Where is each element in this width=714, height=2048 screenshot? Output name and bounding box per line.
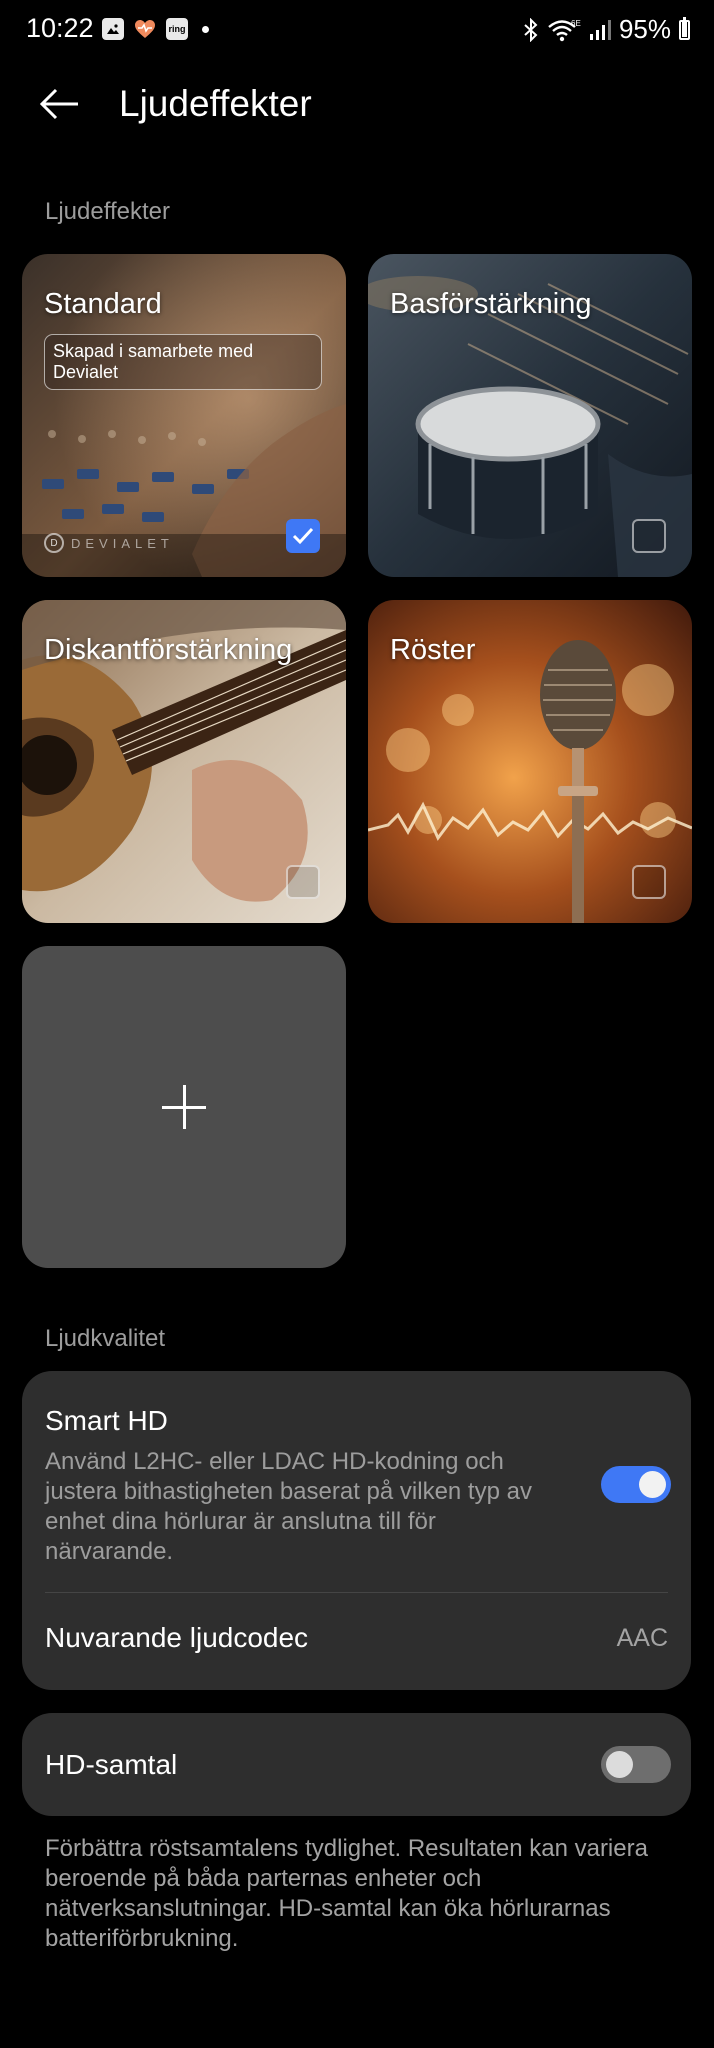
smart-hd-description: Använd L2HC- eller LDAC HD-kodning och j… xyxy=(45,1448,532,1565)
devialet-logo-icon: D xyxy=(44,533,64,553)
hd-call-panel[interactable]: HD-samtal xyxy=(22,1713,691,1816)
checkmark-icon xyxy=(292,527,314,545)
devialet-logo-text: DEVIALET xyxy=(71,535,174,551)
smart-hd-row[interactable]: Smart HD Använd L2HC- eller LDAC HD-kodn… xyxy=(22,1371,691,1591)
svg-text:6E: 6E xyxy=(571,19,581,28)
gallery-icon xyxy=(102,18,124,40)
system-icons: 6E 95% xyxy=(523,14,690,45)
card-title: Diskantförstärkning xyxy=(44,634,293,666)
card-title: Standard xyxy=(44,288,162,320)
back-button[interactable] xyxy=(38,82,92,126)
effect-checkbox[interactable] xyxy=(632,519,666,553)
hd-call-toggle[interactable] xyxy=(601,1746,671,1783)
devialet-logo: D DEVIALET xyxy=(44,533,174,553)
header: Ljudeffekter xyxy=(0,72,714,136)
ring-app-label: ring xyxy=(168,23,186,34)
ring-app-icon: ring xyxy=(166,18,188,40)
signal-icon xyxy=(589,19,611,40)
page-title: Ljudeffekter xyxy=(119,83,312,124)
card-title: Röster xyxy=(390,634,476,666)
effect-checkbox[interactable] xyxy=(286,865,320,899)
effect-card-voices[interactable]: Röster xyxy=(368,600,692,923)
current-codec-title: Nuvarande ljudcodec xyxy=(45,1622,309,1653)
section-label-quality: Ljudkvalitet xyxy=(45,1325,166,1352)
effect-card-treble-boost[interactable]: Diskantförstärkning xyxy=(22,600,346,923)
section-label-effects: Ljudeffekter xyxy=(45,198,170,225)
card-title: Basförstärkning xyxy=(390,288,592,320)
current-codec-row[interactable]: Nuvarande ljudcodec AAC xyxy=(22,1593,691,1690)
bluetooth-icon xyxy=(524,17,538,42)
add-custom-effect-button[interactable] xyxy=(22,946,346,1268)
effect-checkbox[interactable] xyxy=(286,519,320,553)
smart-hd-title: Smart HD xyxy=(45,1405,168,1436)
effect-checkbox[interactable] xyxy=(632,865,666,899)
more-notifications-dot-icon xyxy=(202,25,209,33)
current-codec-value: AAC xyxy=(616,1624,668,1652)
hd-call-description: Förbättra röstsamtalens tydlighet. Resul… xyxy=(45,1835,648,1952)
smart-hd-toggle[interactable] xyxy=(601,1466,671,1503)
status-time: 10:22 xyxy=(26,13,94,43)
toggle-knob xyxy=(639,1471,666,1498)
devialet-collaboration-badge: Skapad i samarbete med Devialet xyxy=(44,334,322,390)
notification-icons: ring xyxy=(102,18,209,40)
wifi-6e-icon: 6E xyxy=(548,19,581,41)
effect-card-bass-boost[interactable]: Basförstärkning xyxy=(368,254,692,577)
status-bar: 10:22 ring 6E 95% xyxy=(0,0,714,60)
arrow-left-icon xyxy=(39,88,78,120)
sound-quality-panel: Smart HD Använd L2HC- eller LDAC HD-kodn… xyxy=(22,1371,691,1690)
battery-percentage: 95% xyxy=(618,14,671,44)
toggle-knob xyxy=(606,1751,633,1778)
heart-icon xyxy=(134,18,156,40)
effect-card-standard[interactable]: Standard Skapad i samarbete med Devialet… xyxy=(22,254,346,577)
battery-icon xyxy=(679,16,690,40)
hd-call-title: HD-samtal xyxy=(45,1749,178,1780)
